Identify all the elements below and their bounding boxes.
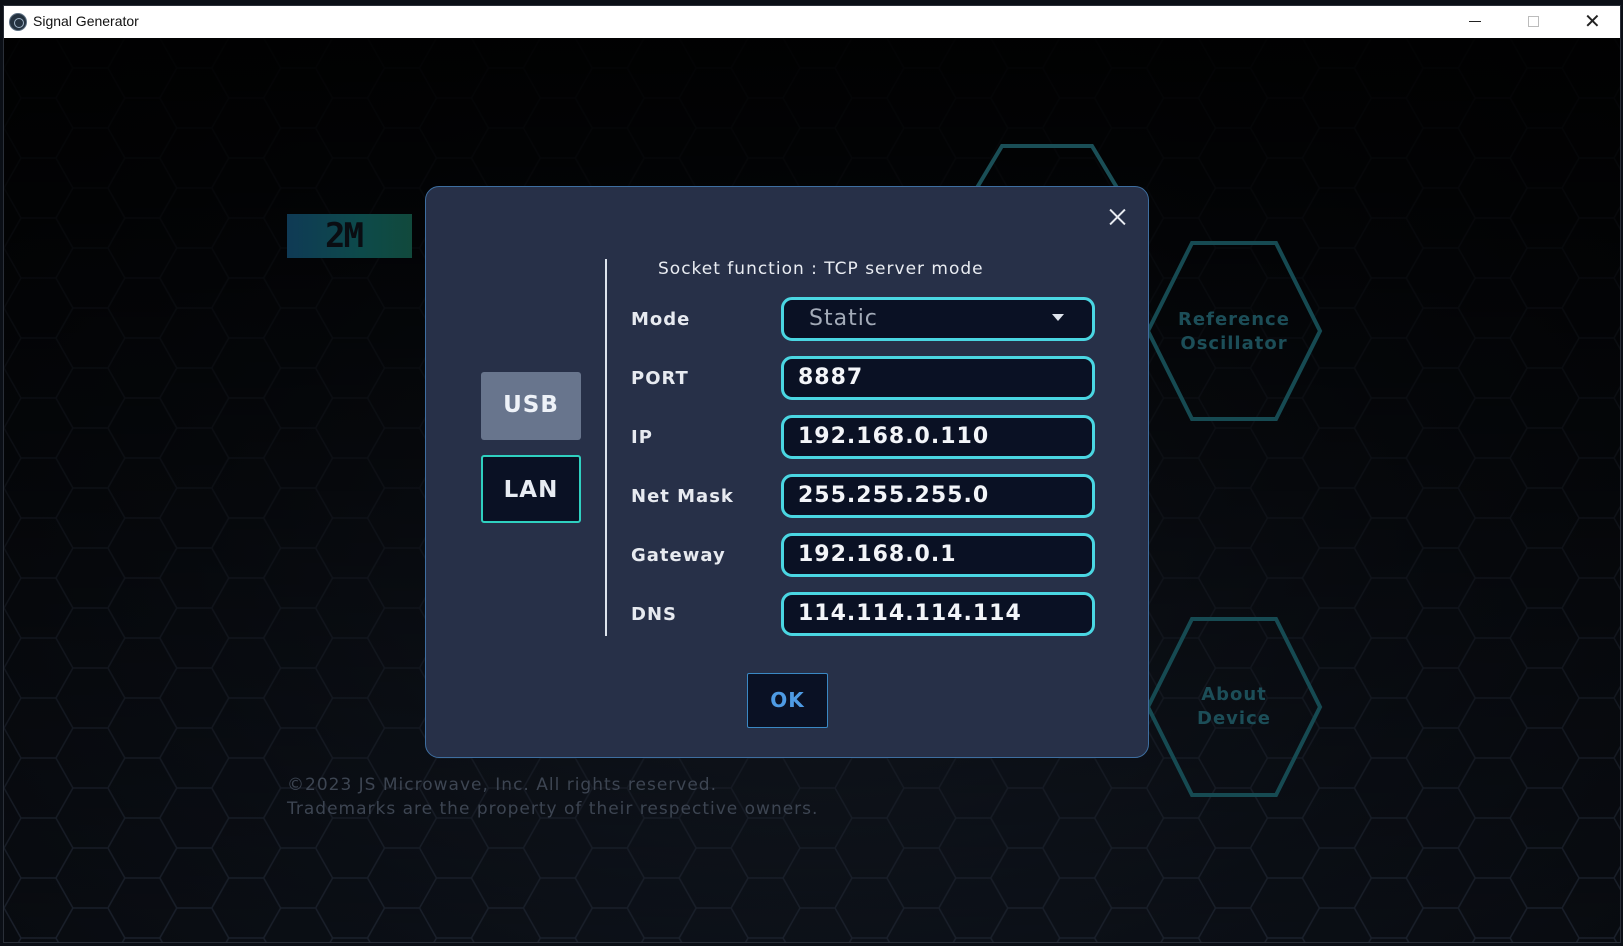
copyright-text: ©2023 JS Microwave, Inc. All rights rese…: [287, 773, 818, 821]
dns-input[interactable]: 114.114.114.114: [781, 592, 1095, 636]
port-label: PORT: [631, 368, 689, 389]
app-logo-icon: [9, 13, 27, 31]
vertical-divider: [605, 259, 607, 636]
minimize-button[interactable]: [1446, 6, 1504, 38]
nav-label: About Device: [1144, 683, 1324, 731]
section-title: Socket function : TCP server mode: [658, 259, 984, 279]
close-icon[interactable]: [1102, 202, 1132, 232]
nav-label-line1: About: [1201, 684, 1267, 705]
title-bar: Signal Generator ✕: [4, 6, 1620, 38]
mode-label: Mode: [631, 309, 691, 330]
copyright-line1: ©2023 JS Microwave, Inc. All rights rese…: [287, 775, 717, 795]
copyright-line2: Trademarks are the property of their res…: [287, 799, 819, 819]
close-icon: ✕: [1584, 9, 1601, 33]
window-title: Signal Generator: [33, 13, 139, 29]
ok-button[interactable]: OK: [747, 673, 828, 728]
company-logo: 2M: [287, 214, 412, 258]
netmask-label: Net Mask: [631, 486, 734, 507]
nav-label-line1: Reference: [1178, 309, 1290, 330]
dns-label: DNS: [631, 604, 677, 625]
gateway-label: Gateway: [631, 545, 726, 566]
usb-button[interactable]: USB: [481, 372, 581, 440]
maximize-icon: [1528, 16, 1539, 27]
lan-button[interactable]: LAN: [481, 455, 581, 523]
ip-input[interactable]: 192.168.0.110: [781, 415, 1095, 459]
mode-value: Static: [809, 306, 878, 331]
mode-select[interactable]: Static: [781, 297, 1095, 341]
gateway-input[interactable]: 192.168.0.1: [781, 533, 1095, 577]
ip-label: IP: [631, 427, 653, 448]
netmask-input[interactable]: 255.255.255.0: [781, 474, 1095, 518]
port-input[interactable]: 8887: [781, 356, 1095, 400]
nav-about-device[interactable]: About Device: [1144, 616, 1324, 798]
app-window: Signal Generator ✕ 2M Reference Oscillat…: [3, 5, 1621, 943]
logo-text: 2M: [325, 216, 364, 256]
nav-label: Reference Oscillator: [1144, 308, 1324, 356]
nav-reference-oscillator[interactable]: Reference Oscillator: [1144, 240, 1324, 422]
nav-label-line2: Oscillator: [1180, 333, 1288, 354]
close-window-button[interactable]: ✕: [1562, 6, 1620, 38]
chevron-down-icon: [1052, 314, 1064, 321]
main-area: 2M Reference Oscillator About Device ©20…: [4, 38, 1620, 942]
network-settings-dialog: USB LAN Socket function : TCP server mod…: [425, 186, 1149, 758]
maximize-button[interactable]: [1504, 6, 1562, 38]
minimize-icon: [1469, 21, 1481, 22]
nav-label-line2: Device: [1197, 708, 1271, 729]
